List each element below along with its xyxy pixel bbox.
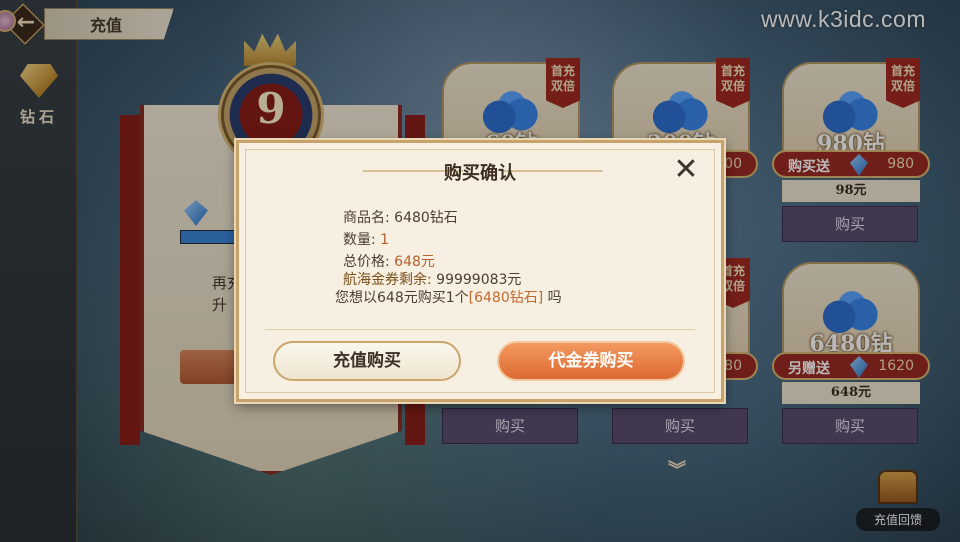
total-value: 648元 [394, 254, 435, 270]
voucher-purchase-button[interactable]: 代金券购买 [497, 341, 685, 381]
quantity-label: 数量: [343, 232, 376, 248]
quantity-row: 数量: 1 [343, 229, 562, 251]
voucher-label: 航海金券剩余: [343, 272, 432, 288]
confirm-suffix: 吗 [547, 290, 562, 306]
close-icon[interactable]: ✕ [669, 153, 703, 187]
product-value: 6480钻石 [394, 210, 458, 226]
product-row: 商品名: 6480钻石 [343, 207, 562, 229]
confirm-prefix: 您想以648元购买1个 [335, 290, 469, 306]
total-label: 总价格: [343, 254, 390, 270]
confirm-question: 您想以648元购买1个[6480钻石] 吗 [335, 287, 562, 309]
purchase-confirm-dialog: 购买确认 ✕ 商品名: 6480钻石 数量: 1 总价格: 648元 航海金券剩… [236, 140, 724, 402]
divider [265, 329, 695, 330]
quantity-value: 1 [380, 232, 390, 248]
voucher-value: 99999083元 [436, 272, 522, 288]
product-label: 商品名: [343, 210, 390, 226]
recharge-purchase-button[interactable]: 充值购买 [273, 341, 461, 381]
dialog-title: 购买确认 [444, 163, 516, 184]
purchase-info: 商品名: 6480钻石 数量: 1 总价格: 648元 航海金券剩余: 9999… [335, 207, 562, 309]
confirm-item: [6480钻石] [468, 290, 544, 306]
